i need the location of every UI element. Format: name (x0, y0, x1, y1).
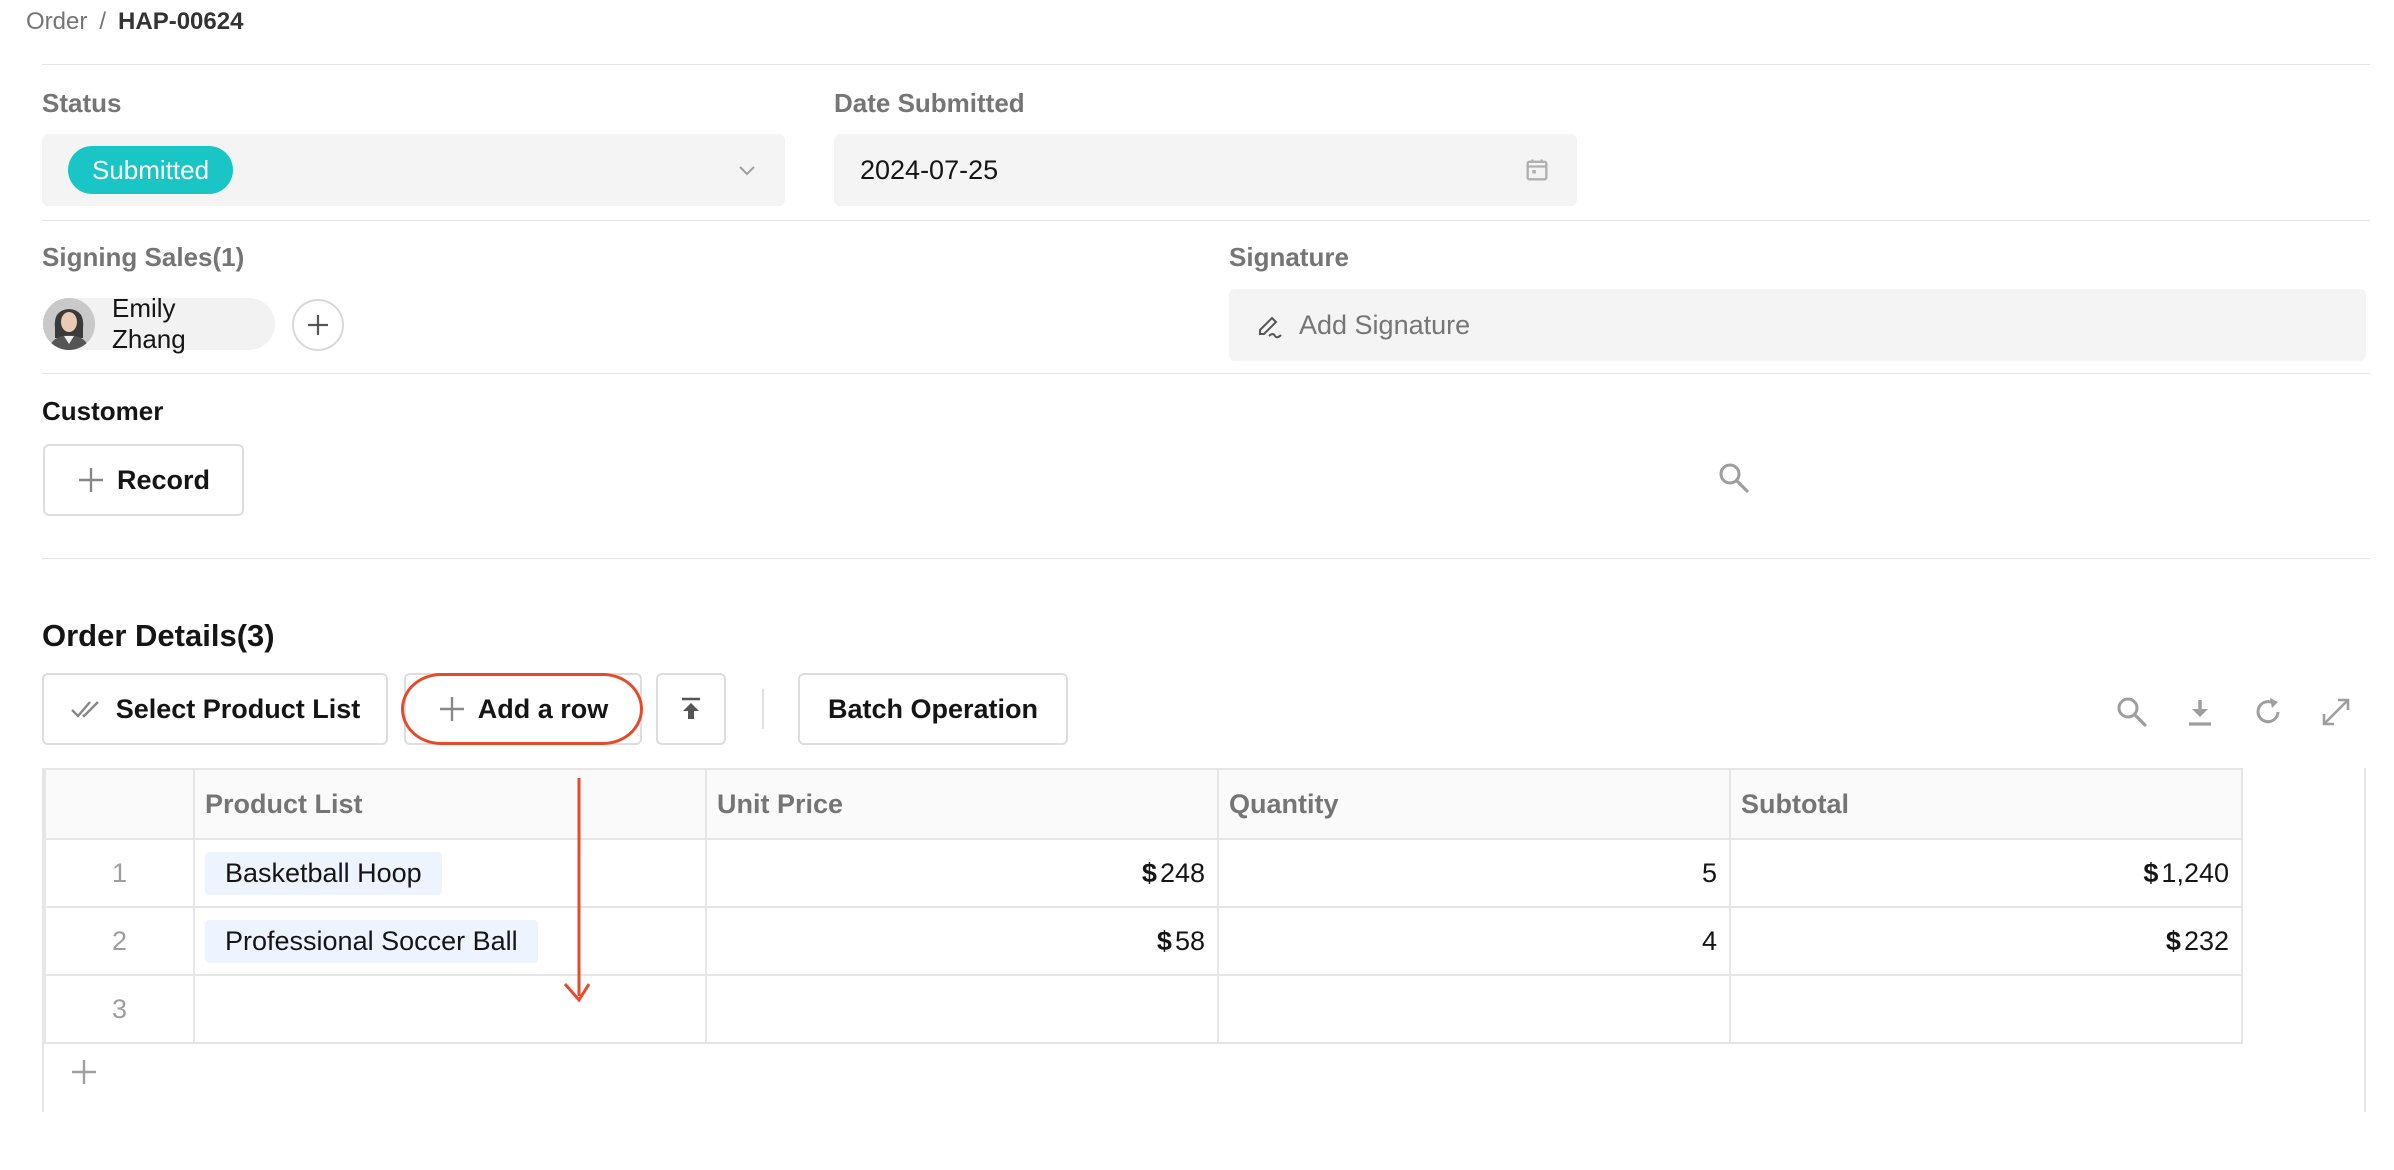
chevron-down-icon (739, 166, 755, 176)
subtotal-cell: $1,240 (1729, 838, 2243, 908)
unit-price-cell[interactable]: $58 (705, 906, 1219, 976)
toolbar-separator (762, 689, 764, 729)
import-button[interactable] (656, 673, 726, 745)
refresh-icon (2256, 698, 2280, 724)
fullscreen-button[interactable] (2316, 692, 2356, 732)
calendar-icon (1526, 159, 1548, 181)
order-details-table: Product List Unit Price Quantity Subtota… (42, 768, 2366, 1112)
plus-icon (72, 1060, 96, 1084)
add-row-label: Add a row (477, 693, 609, 724)
order-details-title: Order Details(3) (42, 618, 275, 653)
signing-sales-label: Signing Sales(1) (42, 242, 245, 272)
add-signature-field[interactable]: Add Signature (1229, 289, 2366, 361)
status-label: Status (42, 88, 122, 118)
unit-price-value: 58 (1174, 925, 1205, 956)
product-cell[interactable]: Professional Soccer Ball (193, 906, 707, 976)
select-product-list-label: Select Product List (115, 693, 361, 724)
column-header-unit-price[interactable]: Unit Price (705, 768, 1219, 840)
row-index: 3 (44, 974, 195, 1044)
product-tag[interactable]: Basketball Hoop (205, 851, 442, 895)
currency-symbol: $ (1156, 925, 1172, 956)
breadcrumb-parent[interactable]: Order (26, 8, 87, 36)
section-divider-3 (42, 558, 2370, 559)
customer-search-button[interactable] (1716, 460, 1752, 496)
signature-label: Signature (1229, 242, 1349, 272)
add-user-button[interactable] (292, 299, 344, 351)
quantity-cell[interactable] (1217, 974, 1731, 1044)
select-product-list-button[interactable]: Select Product List (42, 673, 388, 745)
row-index: 1 (44, 838, 195, 908)
double-check-icon (70, 701, 99, 718)
status-badge: Submitted (68, 146, 234, 194)
unit-price-cell[interactable]: $248 (705, 838, 1219, 908)
add-row-button[interactable]: Add a row (404, 673, 642, 745)
download-icon (2189, 700, 2211, 726)
plus-icon (308, 315, 328, 335)
column-header-product-list[interactable]: Product List (193, 768, 707, 840)
row-index: 2 (44, 906, 195, 976)
table-row[interactable]: 2 Professional Soccer Ball $58 4 $232 (44, 906, 2243, 976)
section-divider-2 (42, 373, 2370, 374)
date-submitted-value: 2024-07-25 (860, 154, 999, 185)
avatar (43, 298, 95, 350)
date-submitted-label: Date Submitted (834, 88, 1025, 118)
product-cell[interactable]: Basketball Hoop (193, 838, 707, 908)
pen-icon (1259, 316, 1282, 339)
column-header-subtotal[interactable]: Subtotal (1729, 768, 2243, 840)
table-row[interactable]: 3 (44, 974, 2243, 1044)
subtotal-value: 1,240 (2161, 857, 2229, 888)
expand-icon (2322, 698, 2350, 726)
customer-label: Customer (42, 396, 164, 426)
currency-symbol: $ (2165, 925, 2181, 956)
breadcrumb-separator: / (99, 8, 107, 35)
product-tag[interactable]: Professional Soccer Ball (205, 919, 538, 963)
date-submitted-field[interactable]: 2024-07-25 (834, 134, 1577, 206)
plus-icon (78, 468, 103, 492)
table-row[interactable]: 1 Basketball Hoop $248 5 $1,240 (44, 838, 2243, 908)
record-button-label: Record (116, 464, 211, 495)
user-chip[interactable]: Emily Zhang (43, 293, 275, 354)
quantity-cell[interactable]: 5 (1217, 838, 1731, 908)
breadcrumb-current: HAP-00624 (118, 8, 244, 35)
subtotal-cell (1729, 974, 2243, 1044)
status-select[interactable]: Submitted (42, 134, 785, 206)
add-signature-placeholder: Add Signature (1299, 309, 1471, 340)
plus-icon (439, 697, 464, 721)
product-cell[interactable] (193, 974, 707, 1044)
unit-price-cell[interactable] (705, 974, 1219, 1044)
breadcrumb: Order / HAP-00624 (26, 8, 243, 36)
unit-price-value: 248 (1159, 857, 1205, 888)
add-record-button[interactable]: Record (43, 444, 244, 516)
user-name: Emily Zhang (112, 293, 186, 354)
column-header-index (44, 768, 195, 840)
search-icon (2117, 697, 2147, 727)
currency-symbol: $ (2143, 857, 2159, 888)
section-divider-1 (42, 220, 2370, 221)
subtotal-cell: $232 (1729, 906, 2243, 976)
download-button[interactable] (2180, 692, 2220, 732)
batch-operation-label: Batch Operation (827, 693, 1039, 724)
subtotal-value: 232 (2183, 925, 2229, 956)
quantity-cell[interactable]: 4 (1217, 906, 1731, 976)
add-row-inline-button[interactable] (70, 1058, 98, 1086)
refresh-button[interactable] (2248, 692, 2288, 732)
upload-icon (682, 697, 700, 719)
table-header-row: Product List Unit Price Quantity Subtota… (44, 768, 2243, 840)
search-icon (1719, 463, 1749, 493)
column-header-quantity[interactable]: Quantity (1217, 768, 1731, 840)
table-search-button[interactable] (2112, 692, 2152, 732)
batch-operation-button[interactable]: Batch Operation (798, 673, 1068, 745)
header-divider (42, 64, 2370, 65)
currency-symbol: $ (1141, 857, 1157, 888)
